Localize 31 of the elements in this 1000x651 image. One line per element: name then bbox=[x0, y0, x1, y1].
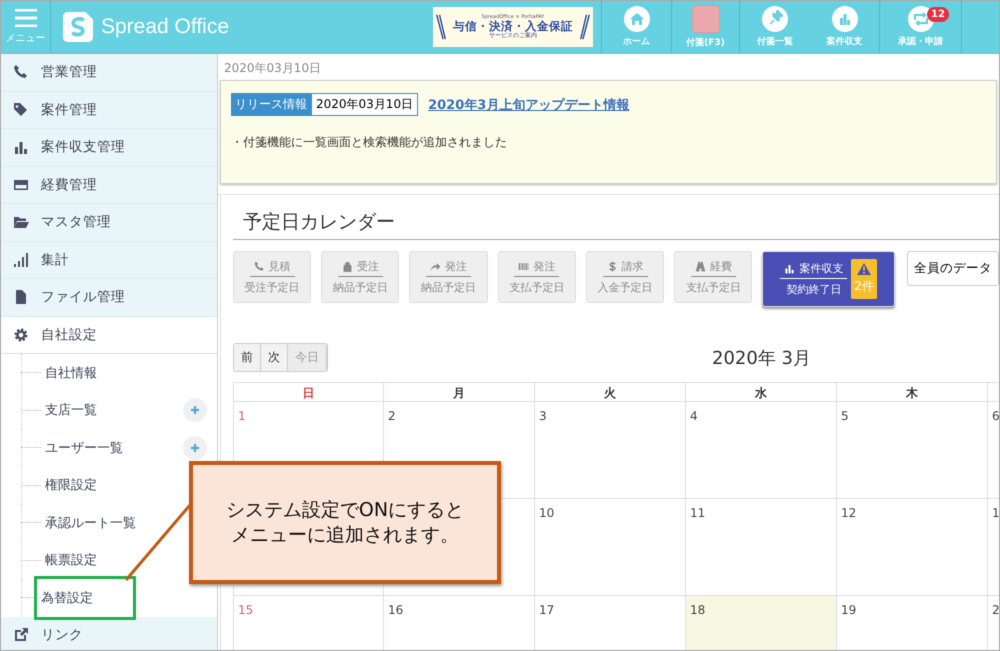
day-number: 5 bbox=[841, 409, 849, 423]
weekday-header: 水 bbox=[686, 382, 837, 402]
day-number: 10 bbox=[539, 506, 554, 520]
date-label: 2020年03月10日 bbox=[223, 60, 322, 77]
day-number: 16 bbox=[388, 603, 404, 617]
weekday-header: 日 bbox=[234, 382, 384, 402]
day-number: 6 bbox=[992, 409, 999, 423]
day-number: 19 bbox=[841, 603, 856, 617]
release-tag: リリース情報 bbox=[231, 93, 311, 116]
day-number: 4 bbox=[690, 409, 698, 423]
day-number: 1 bbox=[992, 506, 999, 520]
day-number: 3 bbox=[539, 409, 547, 423]
release-date: 2020年03月10日 bbox=[311, 93, 418, 116]
logo-text: Spread Office bbox=[101, 15, 230, 39]
day-number: 12 bbox=[841, 506, 856, 520]
day-number: 18 bbox=[690, 603, 706, 617]
weekday-header: 木 bbox=[837, 382, 988, 402]
weekday-header: 月 bbox=[384, 382, 535, 402]
day-number: 11 bbox=[690, 506, 706, 520]
weekday-header: 火 bbox=[535, 382, 686, 402]
month-title: 2020年 3月 bbox=[712, 346, 811, 370]
day-number: 1 bbox=[238, 409, 246, 423]
day-number: 15 bbox=[238, 603, 254, 617]
day-number: 2 bbox=[992, 603, 999, 617]
calendar-title: 予定日カレンダー bbox=[233, 209, 999, 240]
day-number: 2 bbox=[388, 409, 396, 423]
notification-badge: 12 bbox=[927, 7, 949, 22]
release-note: ・付箋機能に一覧画面と検索機能が追加されました bbox=[231, 134, 508, 151]
alert-badge: 2件 bbox=[851, 259, 877, 299]
callout-text: システム設定でONにすると メニューに追加されます。 bbox=[226, 498, 464, 548]
day-number: 17 bbox=[539, 603, 554, 617]
